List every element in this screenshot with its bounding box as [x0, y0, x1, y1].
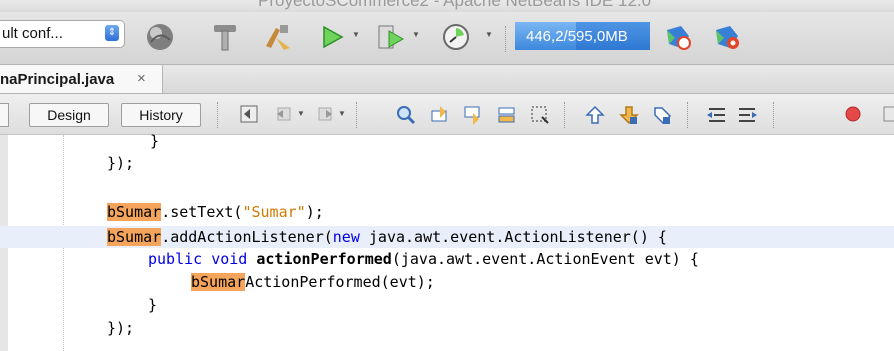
editor-toolbar: Design History ▼ ▼	[0, 94, 894, 135]
find-selection-icon[interactable]	[396, 105, 416, 125]
code-line[interactable]: }	[148, 294, 157, 316]
window-title: ProyectoSCommerce2 - Apache NetBeans IDE…	[258, 0, 652, 10]
back-icon[interactable]	[275, 105, 293, 123]
variable-occurrence: bSumar	[107, 228, 162, 246]
build-hammer-icon[interactable]	[210, 22, 240, 52]
code-line[interactable]: bSumarActionPerformed(evt);	[191, 271, 435, 293]
memory-usage-text: 446,2/595,0MB	[526, 28, 628, 45]
configuration-select[interactable]: ult conf... ⇕	[0, 20, 125, 48]
previous-bookmark-icon[interactable]	[585, 105, 605, 125]
chevron-down-icon[interactable]: ▼	[352, 30, 360, 39]
chevron-updown-icon: ⇕	[105, 25, 119, 41]
forward-icon[interactable]	[316, 105, 334, 123]
design-button[interactable]: Design	[29, 103, 109, 127]
toolbar-separator	[564, 102, 566, 128]
chevron-down-icon[interactable]: ▼	[412, 30, 420, 39]
code-line[interactable]: bSumar.setText("Sumar");	[107, 201, 324, 223]
keyword: public void	[148, 250, 248, 268]
code-line[interactable]: });	[107, 152, 134, 174]
find-next-icon[interactable]	[463, 105, 483, 125]
toolbar-separator	[505, 26, 507, 52]
configuration-value: ult conf...	[2, 25, 63, 42]
globe-icon[interactable]	[145, 22, 175, 52]
last-edit-icon[interactable]	[240, 105, 258, 123]
record-macro-icon[interactable]	[845, 106, 861, 122]
toggle-highlight-icon[interactable]	[497, 105, 517, 125]
shift-right-icon[interactable]	[737, 105, 759, 125]
source-button[interactable]	[0, 103, 9, 127]
chevron-down-icon[interactable]: ▼	[485, 30, 493, 39]
debug-icon[interactable]	[376, 22, 406, 52]
editor-tab-bar: naPrincipal.java ×	[0, 65, 894, 94]
method-name: actionPerformed	[256, 250, 392, 268]
run-icon[interactable]	[320, 22, 346, 52]
rectangular-selection-icon[interactable]	[530, 105, 550, 125]
profile-icon[interactable]	[441, 22, 471, 52]
profile-snapshot-icon[interactable]	[712, 22, 742, 52]
shift-left-icon[interactable]	[705, 105, 727, 125]
tab-label: naPrincipal.java	[0, 71, 115, 88]
main-toolbar: ult conf... ⇕ ▼ ▼ ▼ 446,2/595,0MB	[0, 12, 894, 65]
string-literal: "Sumar"	[242, 203, 306, 221]
toggle-bookmark-icon[interactable]	[652, 105, 672, 125]
memory-usage-bar[interactable]: 446,2/595,0MB	[515, 22, 650, 50]
find-previous-icon[interactable]	[430, 105, 450, 125]
variable-occurrence: bSumar	[191, 273, 246, 291]
variable-occurrence: bSumar	[107, 203, 162, 221]
next-bookmark-icon[interactable]	[619, 105, 639, 125]
toolbar-separator	[773, 102, 775, 128]
toolbar-separator	[217, 102, 219, 128]
code-line[interactable]: });	[107, 317, 134, 339]
close-icon[interactable]: ×	[137, 70, 146, 87]
stop-macro-icon[interactable]	[883, 106, 894, 122]
code-line[interactable]: public void actionPerformed(java.awt.eve…	[148, 248, 699, 270]
toolbar-separator	[687, 102, 689, 128]
code-editor[interactable]: } }); bSumar.setText("Sumar"); bSumar.ad…	[0, 132, 894, 351]
toolbar-separator	[356, 102, 358, 128]
window-title-bar: ProyectoSCommerce2 - Apache NetBeans IDE…	[0, 0, 894, 12]
chevron-down-icon[interactable]: ▼	[338, 109, 346, 118]
history-button[interactable]: History	[121, 103, 201, 127]
clean-build-icon[interactable]	[262, 22, 294, 52]
chevron-down-icon[interactable]: ▼	[297, 109, 305, 118]
gc-icon[interactable]	[663, 22, 693, 52]
code-line-current[interactable]: bSumar.addActionListener(new java.awt.ev…	[107, 226, 667, 248]
tab-ventana-principal[interactable]: naPrincipal.java ×	[0, 65, 163, 93]
keyword: new	[332, 228, 360, 246]
code-line[interactable]: }	[150, 130, 159, 152]
